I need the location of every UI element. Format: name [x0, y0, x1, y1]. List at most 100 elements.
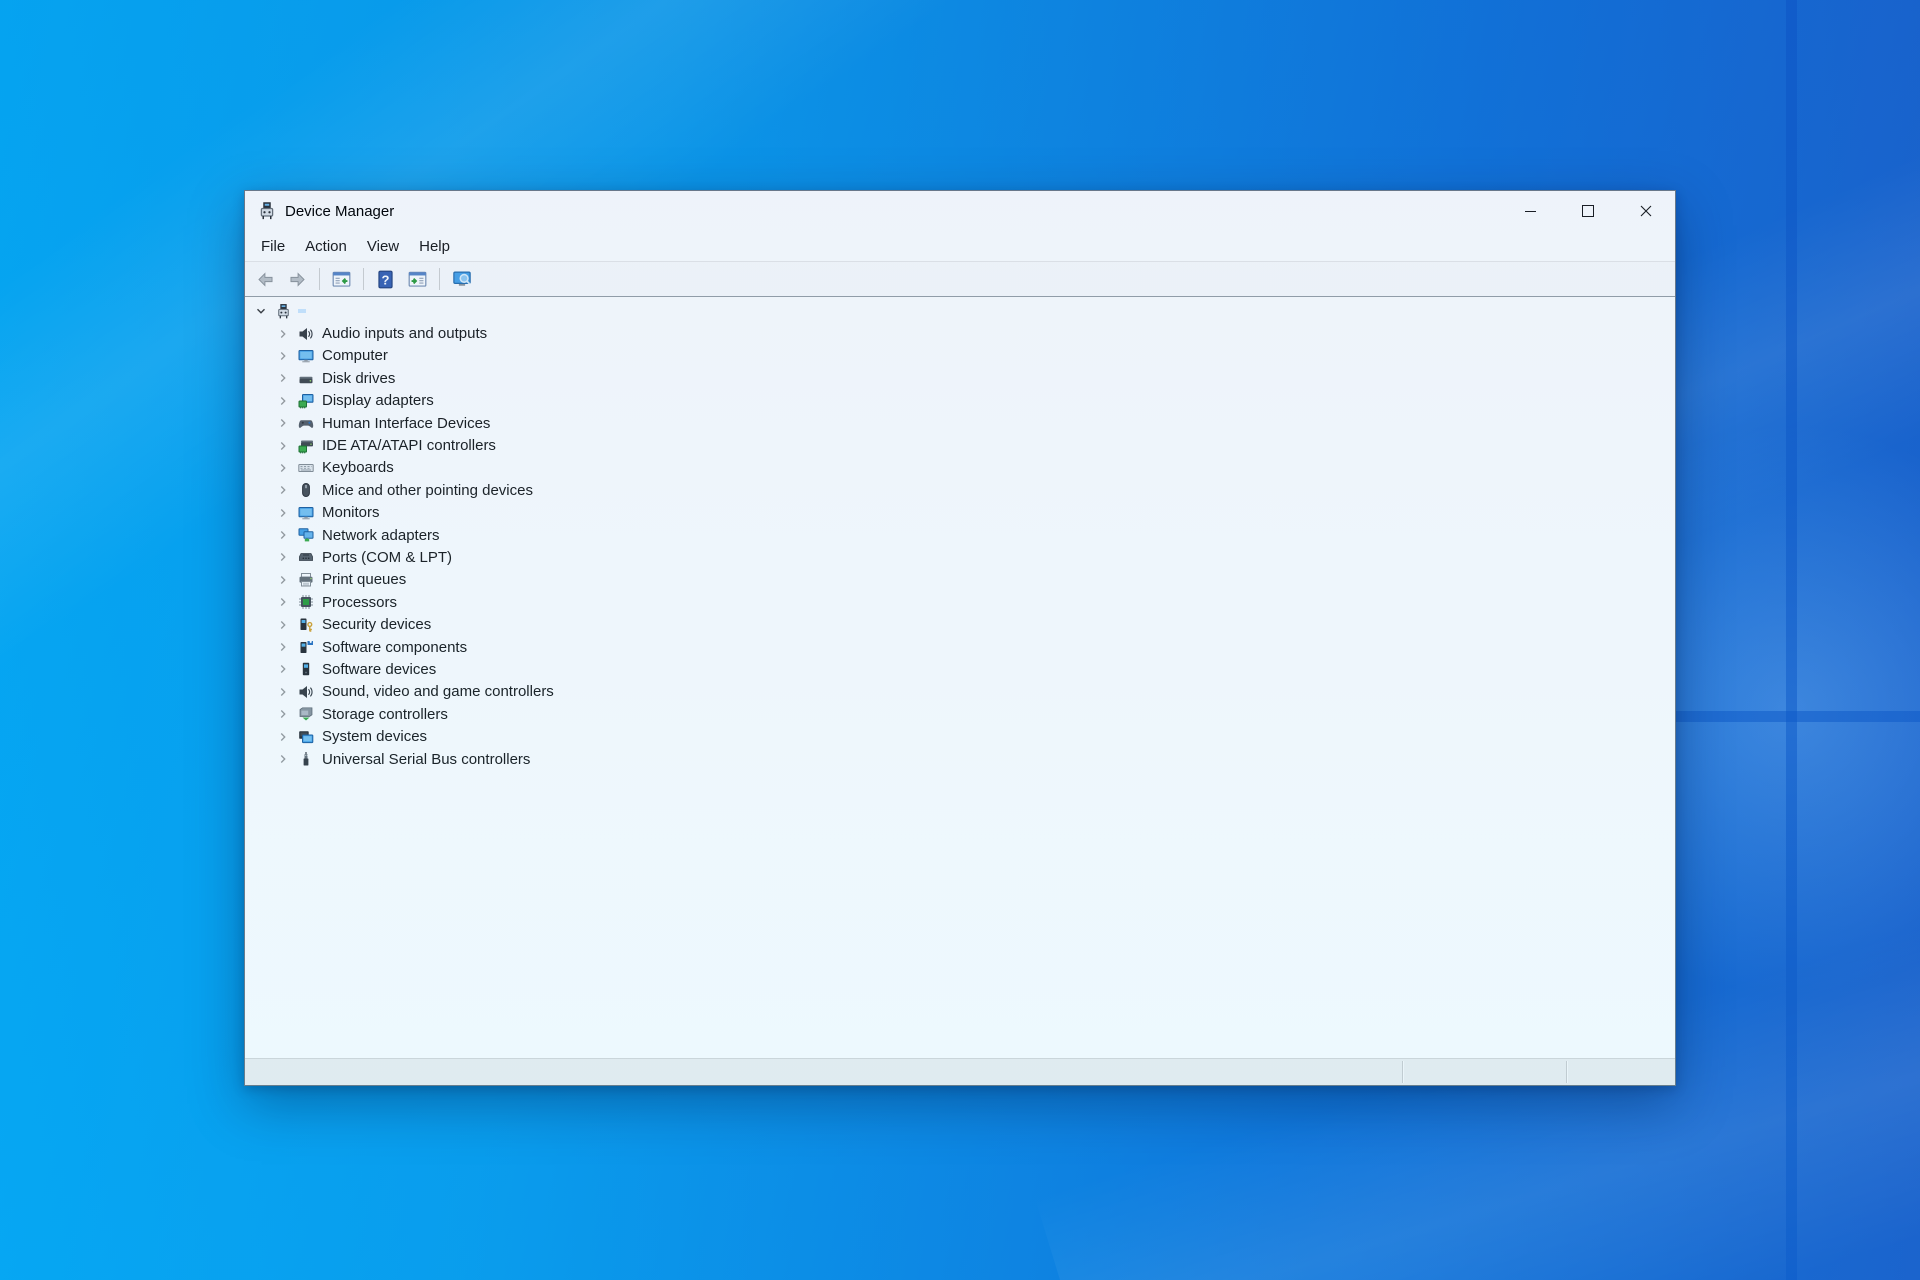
port-icon: [297, 549, 314, 566]
software-device-icon: [297, 661, 314, 678]
wallpaper-light-streak: [1288, 48, 1920, 672]
menu-view[interactable]: View: [357, 234, 409, 259]
tree-item-security-devices[interactable]: Security devices: [245, 613, 1675, 635]
chevron-right-icon[interactable]: [275, 505, 291, 521]
tree-item-processors[interactable]: Processors: [245, 591, 1675, 613]
tree-item-keyboards[interactable]: Keyboards: [245, 457, 1675, 479]
tree-item-computer[interactable]: Computer: [245, 345, 1675, 367]
titlebar[interactable]: Device Manager: [245, 191, 1675, 231]
tree-item-label: Display adapters: [322, 392, 434, 410]
tree-item-human-interface-devices[interactable]: Human Interface Devices: [245, 412, 1675, 434]
close-button[interactable]: [1617, 191, 1675, 231]
tree-item-label: Computer: [322, 347, 388, 365]
tree-item-system-devices[interactable]: System devices: [245, 725, 1675, 747]
chevron-right-icon[interactable]: [275, 729, 291, 745]
security-icon: [297, 616, 314, 633]
svg-text:?: ?: [382, 272, 390, 287]
tree-panel: Audio inputs and outputs Computer Disk dri…: [245, 296, 1675, 1058]
chevron-right-icon[interactable]: [275, 639, 291, 655]
desktop-wallpaper: Device Manager File Action View Help ? A…: [0, 0, 1920, 1280]
help-button[interactable]: ?: [371, 266, 400, 293]
device-manager-icon: [257, 201, 277, 221]
display-adapter-icon: [297, 392, 314, 409]
properties-button[interactable]: [403, 266, 432, 293]
windows-logo-horizontal-bar: [1530, 711, 1920, 722]
chevron-right-icon[interactable]: [275, 594, 291, 610]
hid-icon: [297, 415, 314, 432]
tree-item-label: Universal Serial Bus controllers: [322, 750, 531, 768]
tree-item-software-devices[interactable]: Software devices: [245, 658, 1675, 680]
tree-item-label: Ports (COM & LPT): [322, 548, 453, 566]
tree-item-ide-ata-atapi-controllers[interactable]: IDE ATA/ATAPI controllers: [245, 434, 1675, 456]
windows-logo-vertical-bar: [1786, 0, 1797, 1280]
cpu-icon: [297, 594, 314, 611]
chevron-right-icon[interactable]: [275, 348, 291, 364]
chevron-right-icon[interactable]: [275, 393, 291, 409]
back-arrow-icon: [258, 271, 273, 287]
chevron-right-icon[interactable]: [275, 572, 291, 588]
tree-item-audio-inputs-and-outputs[interactable]: Audio inputs and outputs: [245, 322, 1675, 344]
device-manager-window: Device Manager File Action View Help ? A…: [244, 190, 1676, 1086]
chevron-right-icon[interactable]: [275, 527, 291, 543]
tree-item-storage-controllers[interactable]: Storage controllers: [245, 703, 1675, 725]
windows-logo-glow: [1480, 400, 1920, 1020]
tree-item-monitors[interactable]: Monitors: [245, 502, 1675, 524]
chevron-right-icon[interactable]: [275, 460, 291, 476]
tree-item-label: Print queues: [322, 571, 407, 589]
forward-button[interactable]: [283, 266, 312, 293]
keyboard-icon: [297, 459, 314, 476]
menu-file[interactable]: File: [251, 234, 295, 259]
minimize-button[interactable]: [1501, 191, 1559, 231]
close-icon: [1640, 205, 1652, 217]
maximize-button[interactable]: [1559, 191, 1617, 231]
tree-item-network-adapters[interactable]: Network adapters: [245, 524, 1675, 546]
tree-item-label: Audio inputs and outputs: [322, 325, 488, 343]
monitor-icon: [297, 347, 314, 364]
chevron-right-icon[interactable]: [275, 326, 291, 342]
computer-root-icon: [275, 303, 292, 320]
chevron-right-icon[interactable]: [275, 549, 291, 565]
chevron-right-icon[interactable]: [275, 617, 291, 633]
wallpaper-light-streak: [0, 0, 1168, 770]
console-tree-icon: [332, 271, 351, 287]
chevron-right-icon[interactable]: [275, 661, 291, 677]
chevron-right-icon[interactable]: [275, 482, 291, 498]
back-button[interactable]: [251, 266, 280, 293]
toolbar-separator: [439, 268, 440, 290]
menu-action[interactable]: Action: [295, 234, 357, 259]
menu-help[interactable]: Help: [409, 234, 460, 259]
tree-item-universal-serial-bus-controllers[interactable]: Universal Serial Bus controllers: [245, 748, 1675, 770]
tree-item-ports-com-lpt[interactable]: Ports (COM & LPT): [245, 546, 1675, 568]
tree-item-label: Software devices: [322, 660, 437, 678]
menubar: File Action View Help: [245, 231, 1675, 261]
chevron-right-icon[interactable]: [275, 751, 291, 767]
tree-item-label: IDE ATA/ATAPI controllers: [322, 437, 496, 455]
scan-hardware-icon: [452, 271, 471, 286]
properties-icon: [408, 271, 427, 287]
speaker-icon: [297, 683, 314, 700]
tree-item-label: Sound, video and game controllers: [322, 683, 554, 701]
tree-item-label: Disk drives: [322, 369, 396, 387]
speaker-icon: [297, 325, 314, 342]
storage-icon: [297, 706, 314, 723]
chevron-right-icon[interactable]: [275, 684, 291, 700]
tree-item-label: System devices: [322, 728, 428, 746]
tree-item-print-queues[interactable]: Print queues: [245, 569, 1675, 591]
show-hide-console-tree-button[interactable]: [327, 266, 356, 293]
chevron-right-icon[interactable]: [275, 706, 291, 722]
tree-root-computer[interactable]: [245, 300, 1675, 322]
network-icon: [297, 527, 314, 544]
chevron-down-icon[interactable]: [253, 303, 269, 319]
tree-item-label: Processors: [322, 593, 398, 611]
window-controls: [1501, 191, 1675, 231]
tree-item-mice-and-other-pointing-devices[interactable]: Mice and other pointing devices: [245, 479, 1675, 501]
ide-icon: [297, 437, 314, 454]
tree-item-disk-drives[interactable]: Disk drives: [245, 367, 1675, 389]
tree-item-software-components[interactable]: Software components: [245, 636, 1675, 658]
scan-for-hardware-changes-button[interactable]: [447, 266, 476, 293]
tree-item-display-adapters[interactable]: Display adapters: [245, 390, 1675, 412]
chevron-right-icon[interactable]: [275, 415, 291, 431]
chevron-right-icon[interactable]: [275, 438, 291, 454]
tree-item-sound-video-and-game-controllers[interactable]: Sound, video and game controllers: [245, 681, 1675, 703]
chevron-right-icon[interactable]: [275, 370, 291, 386]
